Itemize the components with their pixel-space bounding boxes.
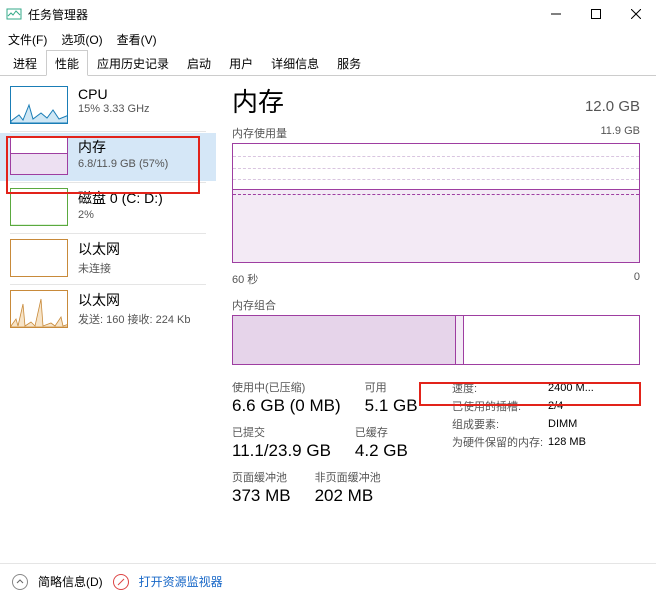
sidebar-item-label: CPU	[78, 86, 150, 102]
info-value: 2/4	[548, 400, 563, 412]
cpu-thumbnail	[10, 86, 68, 124]
stat-label: 页面缓冲池	[232, 469, 291, 485]
tab-services[interactable]: 服务	[328, 50, 370, 75]
sidebar-item-disk[interactable]: 磁盘 0 (C: D:)2%	[0, 184, 216, 232]
stat-value: 4.2 GB	[355, 441, 408, 461]
info-value: DIMM	[548, 418, 577, 430]
sidebar-item-sub: 未连接	[78, 260, 120, 276]
window-title: 任务管理器	[28, 6, 536, 23]
stat-label: 非页面缓冲池	[315, 469, 381, 485]
memory-usage-graph	[232, 143, 640, 263]
memory-info-table: 速度:2400 M... 已使用的插槽:2/4 组成要素:DIMM 为硬件保留的…	[452, 379, 594, 506]
titlebar: 任务管理器	[0, 0, 656, 28]
graph-composition-label: 内存组合	[232, 297, 640, 313]
info-key: 为硬件保留的内存:	[452, 434, 548, 450]
chevron-up-icon[interactable]	[12, 574, 28, 590]
footer: 简略信息(D) 打开资源监视器	[0, 563, 656, 599]
stat-label: 已提交	[232, 424, 331, 440]
info-key: 组成要素:	[452, 416, 548, 432]
stat-label: 使用中(已压缩)	[232, 379, 341, 395]
sidebar-item-label: 磁盘 0 (C: D:)	[78, 188, 163, 208]
stat-value: 11.1/23.9 GB	[232, 441, 331, 461]
menu-view[interactable]: 查看(V)	[117, 31, 157, 48]
graph-xlabel: 60 秒	[232, 271, 258, 287]
maximize-button[interactable]	[576, 0, 616, 28]
sidebar-item-sub: 6.8/11.9 GB (57%)	[78, 158, 168, 170]
sidebar-item-label: 以太网	[78, 239, 120, 259]
sidebar-item-sub: 2%	[78, 209, 163, 221]
sidebar-item-ethernet-1[interactable]: 以太网未连接	[0, 235, 216, 283]
ethernet-thumbnail	[10, 239, 68, 277]
tab-performance[interactable]: 性能	[46, 50, 88, 76]
info-value: 2400 M...	[548, 382, 594, 394]
info-key: 速度:	[452, 380, 548, 396]
graph-usage-label: 内存使用量	[232, 125, 287, 141]
info-value: 128 MB	[548, 436, 586, 448]
tab-processes[interactable]: 进程	[4, 50, 46, 75]
sidebar-item-ethernet-2[interactable]: 以太网发送: 160 接收: 224 Kb	[0, 286, 216, 334]
memory-thumbnail	[10, 137, 68, 175]
total-memory: 12.0 GB	[585, 98, 640, 115]
stat-value: 202 MB	[315, 486, 381, 506]
resmon-icon	[113, 574, 129, 590]
memory-composition-graph	[232, 315, 640, 365]
tab-startup[interactable]: 启动	[178, 50, 220, 75]
content: 内存 12.0 GB 内存使用量 11.9 GB 60 秒 0 内存组合 使用中(已…	[216, 76, 656, 556]
graph-xright: 0	[634, 271, 640, 287]
sidebar: CPU15% 3.33 GHz 内存6.8/11.9 GB (57%) 磁盘 0…	[0, 76, 216, 556]
tab-app-history[interactable]: 应用历史记录	[88, 50, 178, 75]
ethernet-thumbnail	[10, 290, 68, 328]
sidebar-item-sub: 发送: 160 接收: 224 Kb	[78, 311, 191, 327]
menu-options[interactable]: 选项(O)	[61, 31, 102, 48]
menubar: 文件(F) 选项(O) 查看(V)	[0, 28, 656, 50]
stat-value: 6.6 GB (0 MB)	[232, 396, 341, 416]
sidebar-item-label: 以太网	[78, 290, 191, 310]
tab-details[interactable]: 详细信息	[262, 50, 328, 75]
stat-value: 373 MB	[232, 486, 291, 506]
disk-thumbnail	[10, 188, 68, 226]
stat-value: 5.1 GB	[365, 396, 418, 416]
tab-users[interactable]: 用户	[220, 50, 262, 75]
app-icon	[6, 6, 22, 22]
sidebar-item-cpu[interactable]: CPU15% 3.33 GHz	[0, 82, 216, 130]
menu-file[interactable]: 文件(F)	[8, 31, 47, 48]
info-key: 已使用的插槽:	[452, 398, 548, 414]
open-resource-monitor-link[interactable]: 打开资源监视器	[139, 573, 223, 590]
fewer-details-link[interactable]: 简略信息(D)	[38, 573, 103, 590]
page-title: 内存	[232, 82, 284, 119]
tablist: 进程 性能 应用历史记录 启动 用户 详细信息 服务	[0, 50, 656, 76]
sidebar-item-label: 内存	[78, 137, 168, 157]
sidebar-item-memory[interactable]: 内存6.8/11.9 GB (57%)	[0, 133, 216, 181]
window-controls	[536, 0, 656, 28]
sidebar-item-sub: 15% 3.33 GHz	[78, 103, 150, 115]
graph-usage-max: 11.9 GB	[600, 125, 640, 141]
minimize-button[interactable]	[536, 0, 576, 28]
stat-label: 可用	[365, 379, 418, 395]
close-button[interactable]	[616, 0, 656, 28]
stat-label: 已缓存	[355, 424, 408, 440]
